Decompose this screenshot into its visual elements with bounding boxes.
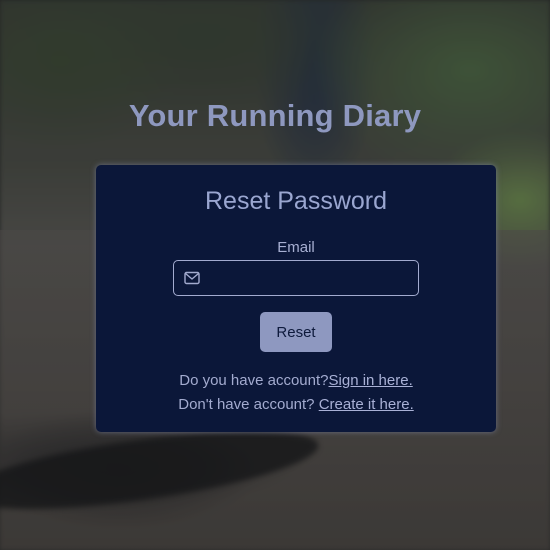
reset-password-card: Reset Password Email Reset Do you have a… bbox=[96, 165, 496, 432]
card-title: Reset Password bbox=[204, 187, 388, 215]
envelope-icon bbox=[184, 271, 200, 285]
signin-link[interactable]: Sign in here. bbox=[329, 372, 413, 389]
reset-button[interactable]: Reset bbox=[260, 312, 332, 352]
email-label: Email bbox=[277, 239, 315, 256]
signup-line: Don't have account? Create it here. bbox=[96, 396, 496, 413]
signup-link[interactable]: Create it here. bbox=[319, 396, 414, 413]
email-input[interactable] bbox=[206, 263, 416, 295]
email-field[interactable] bbox=[173, 260, 419, 296]
page-root: Your Running Diary Reset Password Email … bbox=[0, 0, 550, 550]
signin-prompt: Do you have account? bbox=[179, 372, 329, 389]
app-title: Your Running Diary bbox=[128, 98, 422, 133]
signin-line: Do you have account?Sign in here. bbox=[96, 372, 496, 389]
signup-prompt: Don't have account? bbox=[178, 396, 319, 413]
